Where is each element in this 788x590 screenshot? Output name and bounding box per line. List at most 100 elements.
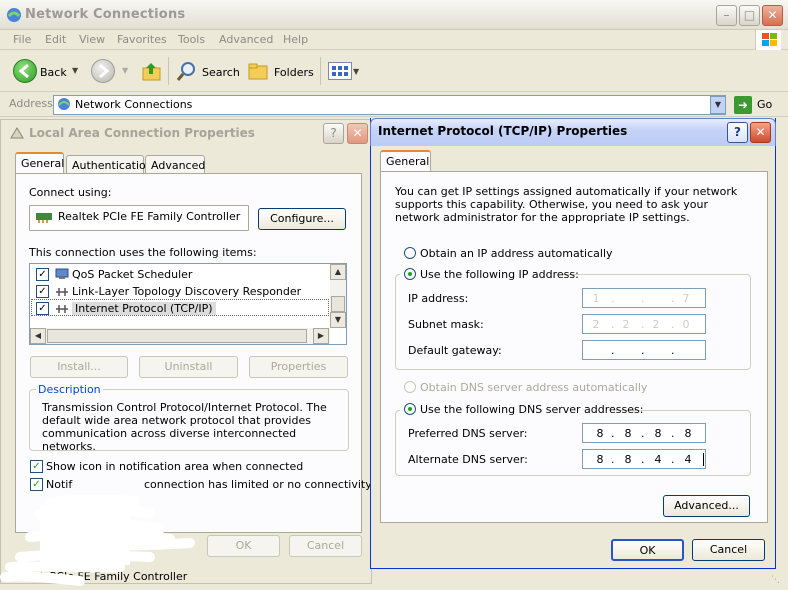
dns-octet: 8 bbox=[654, 427, 662, 440]
scroll-up-icon[interactable]: ▲ bbox=[330, 264, 346, 280]
notify-label-start: Notif bbox=[46, 478, 73, 491]
gateway-field[interactable]: . . . bbox=[582, 340, 706, 360]
go-button-label[interactable]: Go bbox=[757, 98, 772, 111]
obtain-dns-auto-radio[interactable] bbox=[404, 381, 416, 393]
list-item[interactable]: QoS Packet Scheduler bbox=[72, 268, 192, 281]
close-button[interactable]: ✕ bbox=[347, 123, 368, 144]
tab-general[interactable]: General bbox=[380, 150, 431, 172]
install-button[interactable]: Install... bbox=[30, 356, 128, 378]
obtain-dns-auto-label[interactable]: Obtain DNS server address automatically bbox=[420, 381, 647, 394]
configure-button[interactable]: Configure... bbox=[258, 208, 346, 230]
dns-octet: 4 bbox=[684, 453, 692, 466]
address-value[interactable]: Network Connections bbox=[75, 98, 192, 111]
tab-advanced[interactable]: Advanced bbox=[145, 155, 205, 174]
maximize-button[interactable]: □ bbox=[739, 5, 760, 26]
menu-tools[interactable]: Tools bbox=[178, 33, 205, 46]
show-icon-label: Show icon in notification area when conn… bbox=[46, 460, 304, 473]
menu-edit[interactable]: Edit bbox=[45, 33, 66, 46]
notify-checkbox[interactable]: ✓ bbox=[30, 478, 43, 491]
ok-button[interactable]: OK bbox=[611, 539, 684, 561]
up-folder-icon[interactable] bbox=[141, 60, 163, 82]
connect-using-label: Connect using: bbox=[29, 186, 112, 199]
scroll-right-icon[interactable]: ▶ bbox=[313, 328, 329, 344]
network-connections-icon bbox=[7, 8, 21, 22]
ip-address-field[interactable]: 1 . . . 7 bbox=[582, 288, 706, 308]
description-text: Transmission Control Protocol/Internet P… bbox=[42, 401, 327, 453]
scroll-down-icon[interactable]: ▼ bbox=[330, 312, 346, 328]
network-adapter-icon bbox=[9, 126, 25, 140]
notify-label-end: connection has limited or no connectivit… bbox=[144, 478, 372, 491]
obtain-ip-auto-radio[interactable] bbox=[404, 247, 416, 259]
preferred-dns-field[interactable]: 8 . 8 . 8 . 8 bbox=[582, 423, 706, 443]
forward-dropdown-icon[interactable]: ▼ bbox=[122, 66, 128, 75]
help-button[interactable]: ? bbox=[727, 122, 748, 143]
back-arrow-icon[interactable] bbox=[13, 59, 37, 83]
qos-icon bbox=[55, 268, 69, 280]
info-text: You can get IP settings assigned automat… bbox=[395, 185, 738, 224]
scroll-left-icon[interactable]: ◀ bbox=[30, 328, 46, 344]
menu-file[interactable]: File bbox=[13, 33, 31, 46]
protocol-icon bbox=[55, 303, 69, 315]
folders-icon[interactable] bbox=[248, 61, 270, 81]
menu-view[interactable]: View bbox=[79, 33, 105, 46]
menu-help[interactable]: Help bbox=[283, 33, 308, 46]
use-following-dns-label[interactable]: Use the following DNS server addresses: bbox=[420, 403, 643, 416]
ip-octet: 1 bbox=[592, 292, 600, 305]
text-caret bbox=[703, 453, 704, 466]
dialog-title: Local Area Connection Properties bbox=[29, 126, 255, 140]
windows-logo-icon bbox=[755, 30, 781, 50]
network-card-icon bbox=[35, 211, 53, 223]
subnet-octet: 2 bbox=[652, 318, 660, 331]
dns-octet: 8 bbox=[624, 453, 632, 466]
uninstall-button[interactable]: Uninstall bbox=[139, 356, 238, 378]
subnet-octet: 0 bbox=[682, 318, 690, 331]
network-connections-icon bbox=[56, 96, 72, 112]
folders-button-label[interactable]: Folders bbox=[274, 66, 314, 79]
show-icon-checkbox[interactable]: ✓ bbox=[30, 460, 43, 473]
views-icon[interactable] bbox=[328, 62, 352, 80]
ip-octet: 7 bbox=[682, 292, 690, 305]
use-following-dns-radio[interactable] bbox=[404, 403, 416, 415]
forward-arrow-icon[interactable] bbox=[91, 59, 115, 83]
tcpip-checkbox[interactable]: ✓ bbox=[36, 302, 49, 315]
obtain-ip-auto-label[interactable]: Obtain an IP address automatically bbox=[420, 247, 613, 260]
description-legend: Description bbox=[36, 383, 103, 396]
advanced-button[interactable]: Advanced... bbox=[663, 495, 750, 517]
use-following-ip-label[interactable]: Use the following IP address: bbox=[420, 268, 579, 281]
dns-octet: 4 bbox=[654, 453, 662, 466]
back-button-label[interactable]: Back bbox=[40, 66, 67, 79]
list-item[interactable]: Internet Protocol (TCP/IP) bbox=[72, 302, 216, 315]
use-following-ip-radio[interactable] bbox=[404, 268, 416, 280]
lltd-checkbox[interactable]: ✓ bbox=[36, 285, 49, 298]
qos-checkbox[interactable]: ✓ bbox=[36, 268, 49, 281]
scroll-thumb[interactable] bbox=[331, 296, 345, 312]
back-dropdown-icon[interactable]: ▼ bbox=[72, 66, 78, 75]
scroll-thumb[interactable] bbox=[47, 329, 307, 343]
cancel-button[interactable]: Cancel bbox=[289, 535, 362, 557]
search-icon[interactable] bbox=[176, 60, 198, 82]
properties-button[interactable]: Properties bbox=[249, 356, 348, 378]
subnet-mask-label: Subnet mask: bbox=[408, 318, 484, 331]
close-button[interactable]: ✕ bbox=[750, 122, 771, 143]
go-arrow-icon[interactable]: ➜ bbox=[734, 96, 752, 114]
cancel-button[interactable]: Cancel bbox=[692, 539, 765, 561]
close-button[interactable]: ✕ bbox=[762, 5, 783, 26]
standard-toolbar bbox=[0, 51, 788, 92]
alternate-dns-field[interactable]: 8 . 8 . 4 . 4 bbox=[582, 449, 706, 469]
menu-favorites[interactable]: Favorites bbox=[117, 33, 167, 46]
tab-general[interactable]: General bbox=[15, 152, 64, 174]
subnet-mask-field[interactable]: 2 . 2 . 2 . 0 bbox=[582, 314, 706, 334]
window-title: Network Connections bbox=[25, 7, 186, 22]
dns-octet: 8 bbox=[624, 427, 632, 440]
ok-button[interactable]: OK bbox=[207, 535, 280, 557]
resize-grip-icon[interactable]: ⋱ bbox=[771, 575, 785, 587]
minimize-button[interactable]: – bbox=[716, 5, 737, 26]
tab-authentication[interactable]: Authentication bbox=[66, 155, 153, 174]
help-button[interactable]: ? bbox=[323, 123, 344, 144]
views-dropdown-icon[interactable]: ▼ bbox=[353, 67, 359, 76]
adapter-name: Realtek PCIe FE Family Controller bbox=[58, 210, 241, 223]
address-dropdown-icon[interactable]: ▼ bbox=[710, 96, 726, 114]
list-item[interactable]: Link-Layer Topology Discovery Responder bbox=[72, 285, 301, 298]
search-button-label[interactable]: Search bbox=[202, 66, 240, 79]
menu-advanced[interactable]: Advanced bbox=[219, 33, 273, 46]
